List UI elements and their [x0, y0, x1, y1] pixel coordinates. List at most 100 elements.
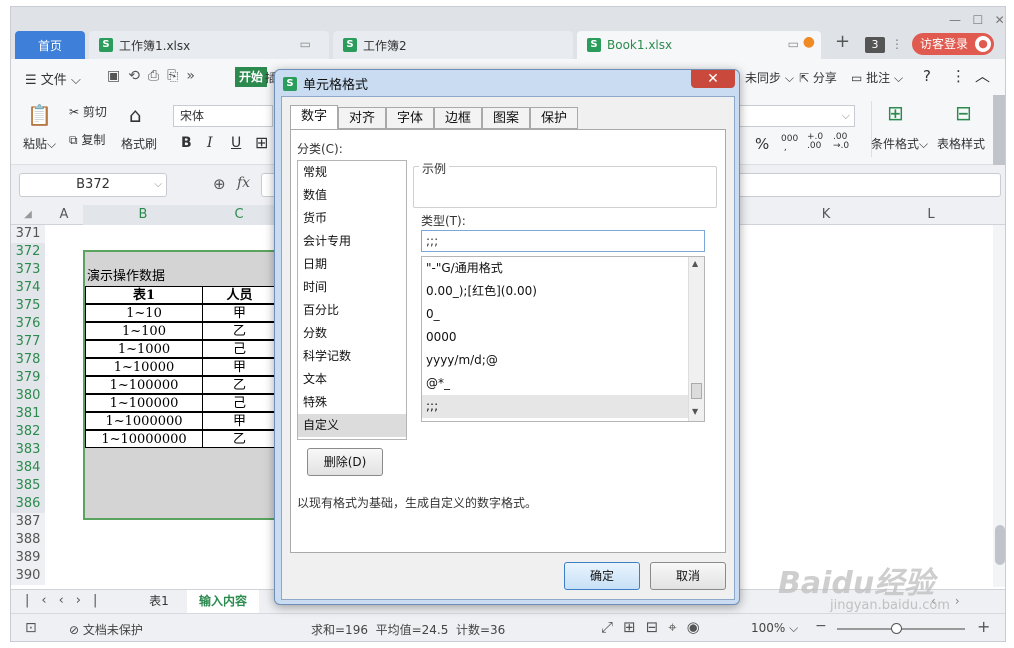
underline-button[interactable]: U [231, 135, 241, 151]
category-list[interactable]: 常规 数值 货币 会计专用 日期 时间 百分比 分数 科学记数 文本 特殊 自定义 [297, 160, 407, 440]
table-cell[interactable]: 甲 [202, 412, 277, 430]
file-menu[interactable]: ☰ 文件 ⌵ [25, 69, 81, 88]
col-header-l[interactable]: L [881, 205, 981, 225]
category-item[interactable]: 数值 [298, 184, 406, 207]
table-header-cell[interactable]: 表1 [85, 286, 203, 304]
row-header[interactable]: 380 [11, 387, 45, 405]
scroll-up-icon[interactable]: ▲ [692, 259, 698, 268]
dialog-tab[interactable]: 对齐 [338, 107, 386, 129]
italic-button[interactable]: I [207, 135, 213, 151]
doc-status-icon[interactable]: ⊡ [25, 620, 37, 636]
row-header[interactable]: 389 [11, 549, 45, 567]
table-cell[interactable]: 1~1000000 [85, 412, 203, 430]
dialog-tab[interactable]: 字体 [386, 107, 434, 129]
category-item[interactable]: 分数 [298, 322, 406, 345]
dialog-close-button[interactable]: ✕ [691, 70, 735, 88]
percent-button[interactable]: % [755, 135, 769, 153]
window-controls[interactable]: — ☐ ✕ [949, 13, 1005, 27]
table-cell[interactable]: 乙 [202, 430, 277, 448]
data-title[interactable]: 演示操作数据 [87, 268, 277, 286]
cut-button[interactable]: ✂ 剪切 [69, 103, 107, 120]
paste-button[interactable]: 粘贴⌵ [23, 135, 56, 152]
tab-home[interactable]: 首页 [15, 31, 85, 59]
zoom-slider-thumb[interactable] [891, 623, 902, 634]
table-header-cell[interactable]: 人员 [202, 286, 277, 304]
new-tab-button[interactable]: + [835, 31, 850, 52]
table-style-button[interactable]: 表格样式 [937, 135, 985, 152]
format-item[interactable]: @*_ [422, 372, 688, 395]
view-mode-icons[interactable]: ⤢⊞⊟⌖◉ [601, 618, 710, 636]
table-cell[interactable]: 1~100000 [85, 376, 203, 394]
delete-button[interactable]: 删除(D) [307, 448, 383, 476]
format-item[interactable]: 0000 [422, 326, 688, 349]
row-header[interactable]: 375 [11, 297, 45, 315]
pin-icon[interactable]: ▭ [788, 37, 799, 51]
tab-workbook1[interactable]: S 工作簿1.xlsx ▭ [89, 31, 329, 59]
format-item[interactable]: "-"G/通用格式 [422, 257, 688, 280]
category-item[interactable]: 文本 [298, 368, 406, 391]
dialog-tab[interactable]: 数字 [290, 105, 338, 130]
category-item[interactable]: 自定义 [298, 414, 406, 437]
row-header[interactable]: 373 [11, 261, 45, 279]
start-tab[interactable]: 开始 [235, 67, 268, 87]
category-item[interactable]: 会计专用 [298, 230, 406, 253]
zoom-out-icon[interactable]: − [815, 618, 827, 634]
chevron-down-icon[interactable]: ⌵ [154, 174, 162, 196]
table-cell[interactable]: 1~10000 [85, 358, 203, 376]
format-item[interactable]: 0_ [422, 303, 688, 326]
ribbon-scrollbar[interactable] [993, 95, 1005, 165]
row-header[interactable]: 378 [11, 351, 45, 369]
format-list[interactable]: "-"G/通用格式 0.00_);[红色](0.00) 0_ 0000 yyyy/m/d… [421, 256, 705, 422]
ok-button[interactable]: 确定 [564, 562, 640, 590]
row-header[interactable]: 381 [11, 405, 45, 423]
dialog-tab[interactable]: 图案 [482, 107, 530, 129]
tab-workbook2[interactable]: S 工作簿2 [333, 31, 573, 59]
more-tabs-icon[interactable]: ⋮ [891, 37, 903, 51]
row-header[interactable]: 382 [11, 423, 45, 441]
table-cell[interactable]: 甲 [202, 304, 277, 322]
table-cell[interactable]: 1~1000 [85, 340, 203, 358]
col-header-k[interactable]: K [781, 205, 871, 225]
font-name-select[interactable]: 宋体 [173, 105, 273, 127]
quick-access-icons[interactable]: ▣⟲⎙⎘» [107, 68, 203, 84]
table-cell[interactable]: 己 [202, 394, 277, 412]
col-header-c[interactable]: C [203, 205, 275, 225]
category-item[interactable]: 常规 [298, 161, 406, 184]
table-cell[interactable]: 1~10 [85, 304, 203, 322]
conditional-format-button[interactable]: 条件格式⌵ [871, 135, 928, 152]
share-button[interactable]: ⇱ 分享 [799, 69, 837, 86]
zoom-level[interactable]: 100% ⌵ [751, 621, 798, 636]
sheet-nav-arrows[interactable]: |‹‹›| [25, 593, 109, 608]
category-item[interactable]: 日期 [298, 253, 406, 276]
category-item[interactable]: 科学记数 [298, 345, 406, 368]
dialog-tab[interactable]: 保护 [530, 107, 578, 129]
row-header[interactable]: 372 [11, 243, 45, 261]
zoom-in-icon[interactable]: + [977, 617, 990, 636]
table-cell[interactable]: 乙 [202, 322, 277, 340]
pin-icon[interactable]: ▭ [300, 37, 311, 51]
paste-icon[interactable]: 📋 [27, 103, 52, 127]
row-header[interactable]: 377 [11, 333, 45, 351]
table-cell[interactable]: 甲 [202, 358, 277, 376]
row-header[interactable]: 374 [11, 279, 45, 297]
bold-button[interactable]: B [181, 135, 192, 151]
help-icon[interactable]: ? [923, 67, 931, 85]
col-header-a[interactable]: A [45, 205, 83, 225]
sheet-tab-input[interactable]: 输入内容 [187, 590, 259, 613]
category-item[interactable]: 特殊 [298, 391, 406, 414]
fx-icon[interactable]: fx [237, 175, 250, 191]
table-cell[interactable]: 1~100 [85, 322, 203, 340]
comment-button[interactable]: ▭ 批注 ⌵ [851, 69, 903, 86]
login-button[interactable]: 访客登录 ● [912, 33, 994, 55]
row-header[interactable]: 386 [11, 495, 45, 513]
format-list-scrollbar[interactable]: ▲ ▼ [688, 257, 704, 421]
select-all-corner[interactable]: ◢ [11, 205, 45, 225]
sheet-tab-1[interactable]: 表1 [139, 590, 179, 613]
more-icon[interactable]: ⋮ [951, 67, 966, 85]
category-item[interactable]: 时间 [298, 276, 406, 299]
row-header[interactable]: 376 [11, 315, 45, 333]
table-cell[interactable]: 己 [202, 340, 277, 358]
vertical-scrollbar[interactable] [993, 225, 1005, 587]
scroll-thumb[interactable] [691, 383, 702, 399]
table-cell[interactable]: 1~10000000 [85, 430, 203, 448]
